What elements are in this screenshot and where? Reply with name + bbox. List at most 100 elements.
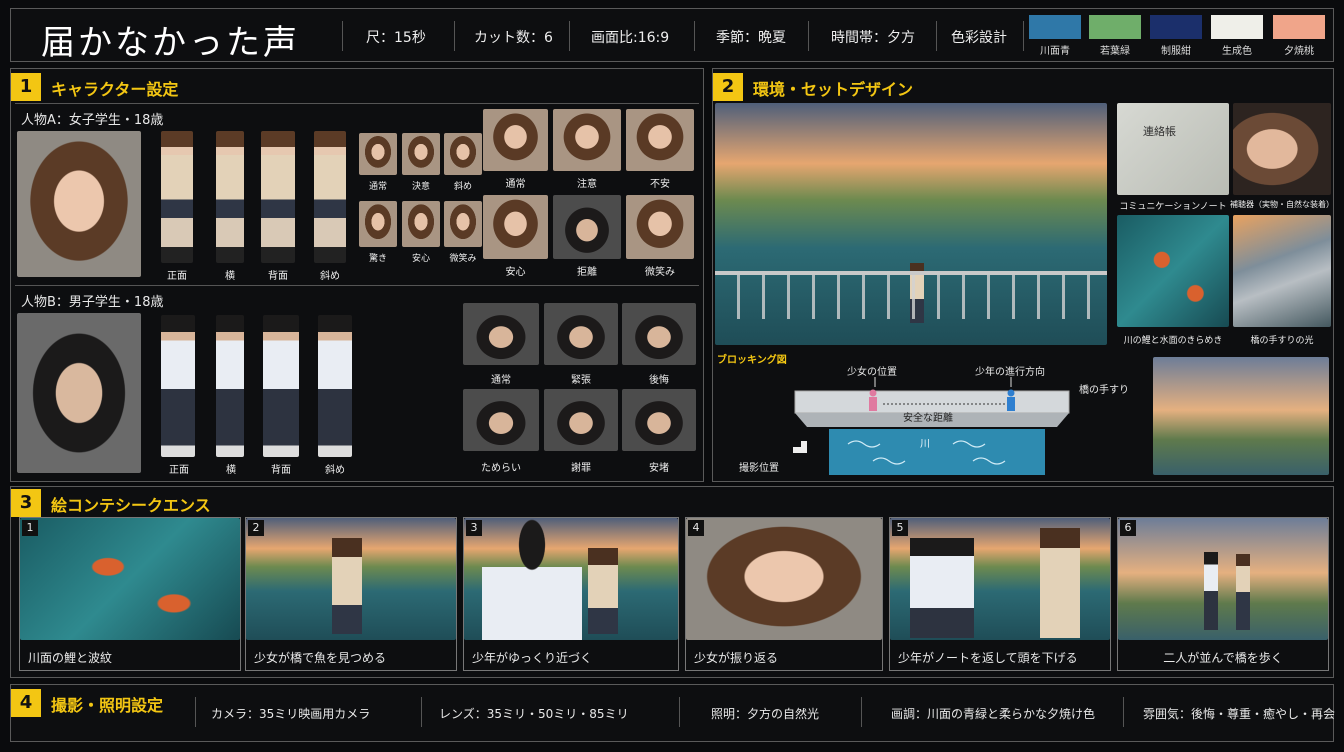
section-header: 2 環境・セットデザイン bbox=[713, 73, 1013, 101]
expression-label: 安心 bbox=[505, 267, 526, 278]
expression-label: 不安 bbox=[650, 179, 670, 190]
divider bbox=[694, 21, 695, 51]
expression-thumb bbox=[359, 201, 397, 247]
turnaround-label: 斜め bbox=[325, 465, 345, 476]
divider bbox=[454, 21, 455, 51]
expression-thumb bbox=[483, 195, 548, 259]
boy-marker-body bbox=[1007, 397, 1015, 411]
swatch-river-blue bbox=[1029, 15, 1081, 39]
character-a-portrait bbox=[17, 131, 141, 277]
turnaround-label: 斜め bbox=[320, 271, 340, 282]
character-a-back-figure bbox=[261, 131, 295, 263]
swatch-label: 生成色 bbox=[1222, 46, 1252, 57]
swatch-sunset-pink bbox=[1273, 15, 1325, 39]
prop-label: 補聴器（実物・自然な装着） bbox=[1230, 200, 1334, 209]
character-panel: 1 キャラクター設定 人物A：女子学生・18歳 正面 横 背面 斜め 通常 決意… bbox=[10, 68, 704, 482]
frame-number: 3 bbox=[466, 520, 482, 536]
frame-caption: 少女が橋で魚を見つめる bbox=[254, 651, 387, 665]
expression-label: 安心 bbox=[411, 254, 430, 264]
duration-text: 尺：15秒 bbox=[366, 30, 426, 46]
storyboard-frame-3: 3 少年がゆっくり近づく bbox=[463, 517, 679, 671]
girl-figure bbox=[1040, 528, 1080, 638]
character-a-angle-figure bbox=[314, 131, 346, 263]
camera-position-label: 撮影位置 bbox=[739, 463, 779, 474]
expression-label: 通常 bbox=[491, 375, 511, 386]
girl-figure bbox=[588, 548, 618, 634]
prop-label: 川の鯉と水面のきらめき bbox=[1123, 336, 1223, 346]
section-header: 4 撮影・照明設定 bbox=[11, 689, 201, 717]
swatch-ivory bbox=[1211, 15, 1263, 39]
camera-icon bbox=[793, 441, 807, 453]
expression-thumb bbox=[553, 195, 621, 259]
expression-thumb bbox=[544, 389, 618, 451]
character-a-front-figure bbox=[161, 131, 193, 263]
character-b-back-figure bbox=[263, 315, 299, 457]
character-a-side-figure bbox=[216, 131, 244, 263]
expression-thumb bbox=[444, 201, 482, 247]
aspect-ratio-text: 画面比:16:9 bbox=[591, 30, 670, 46]
character-b-side-figure bbox=[216, 315, 244, 457]
expression-label: 微笑み bbox=[449, 254, 477, 264]
frame-caption: 少年がノートを返して頭を下げる bbox=[898, 651, 1078, 665]
expression-label: 後悔 bbox=[649, 375, 669, 386]
expression-thumb bbox=[359, 133, 397, 175]
boy-back-figure bbox=[482, 518, 582, 640]
frame-image bbox=[686, 518, 882, 640]
turnaround-label: 横 bbox=[226, 465, 236, 476]
turnaround-label: 背面 bbox=[271, 465, 291, 476]
character-a-label: 人物A：女子学生・18歳 bbox=[21, 113, 164, 128]
storyboard-frame-6: 6 二人が並んで橋を歩く bbox=[1117, 517, 1329, 671]
hearing-aid-image bbox=[1233, 103, 1331, 195]
expression-label: 注意 bbox=[577, 179, 597, 190]
frame-caption: 少年がゆっくり近づく bbox=[472, 651, 593, 665]
expression-thumb bbox=[544, 303, 618, 365]
expression-thumb bbox=[402, 201, 440, 247]
color-design-label: 色彩設計 bbox=[951, 30, 1007, 46]
girl-figure bbox=[332, 538, 362, 634]
safe-distance-label: 安全な距離 bbox=[903, 413, 953, 424]
section-header: 3 絵コンテシークエンス bbox=[11, 489, 311, 517]
expression-label: 拒離 bbox=[577, 267, 597, 278]
prop-label: 橋の手すりの光 bbox=[1250, 336, 1314, 346]
expression-label: 決意 bbox=[411, 182, 430, 192]
frame-number: 4 bbox=[688, 520, 704, 536]
expression-label: 微笑み bbox=[645, 267, 675, 278]
storyboard-frame-5: 5 少年がノートを返して頭を下げる bbox=[889, 517, 1111, 671]
expression-thumb bbox=[463, 389, 539, 451]
storyboard-frame-2: 2 少女が橋で魚を見つめる bbox=[245, 517, 457, 671]
swatch-leaf-green bbox=[1089, 15, 1141, 39]
frame-number: 1 bbox=[22, 520, 38, 536]
expression-thumb bbox=[444, 133, 482, 175]
expression-label: 通常 bbox=[505, 179, 526, 190]
frame-number: 5 bbox=[892, 520, 908, 536]
frame-image bbox=[20, 518, 240, 640]
handrail-light-image bbox=[1233, 215, 1331, 327]
tone-setting: 画調：川面の青緑と柔らかな夕焼け色 bbox=[891, 707, 1096, 721]
section-number: 3 bbox=[11, 489, 41, 517]
section-title: 絵コンテシークエンス bbox=[51, 496, 211, 515]
frame-image bbox=[890, 518, 1110, 640]
divider bbox=[569, 21, 570, 51]
river-bridge-main-image bbox=[715, 103, 1107, 345]
koi-water-image bbox=[1117, 215, 1229, 327]
cut-count-text: カット数：6 bbox=[474, 30, 553, 46]
boy-figure bbox=[1204, 552, 1218, 630]
girl-marker-body bbox=[869, 397, 877, 411]
prop-label: コミュニケーションノート bbox=[1119, 202, 1227, 212]
expression-thumb bbox=[626, 109, 694, 171]
storyboard-frame-4: 4 少女が振り返る bbox=[685, 517, 883, 671]
expression-label: 通常 bbox=[368, 182, 387, 192]
character-b-portrait bbox=[17, 313, 141, 473]
page-title: 届かなかった声 bbox=[41, 23, 300, 63]
environment-panel: 2 環境・セットデザイン 連絡帳 コミュニケーションノート 補聴器（実物・自然な… bbox=[712, 68, 1334, 482]
expression-thumb bbox=[622, 389, 696, 451]
lighting-setting: 照明：夕方の自然光 bbox=[711, 707, 820, 721]
section-title: 撮影・照明設定 bbox=[51, 696, 164, 715]
divider bbox=[808, 21, 809, 51]
expression-thumb bbox=[553, 109, 621, 171]
section-number: 1 bbox=[11, 73, 41, 101]
divider bbox=[342, 21, 343, 51]
expression-thumb bbox=[402, 133, 440, 175]
bridge-wide-image bbox=[1153, 357, 1329, 475]
girl-position-label: 少女の位置 bbox=[847, 367, 897, 378]
